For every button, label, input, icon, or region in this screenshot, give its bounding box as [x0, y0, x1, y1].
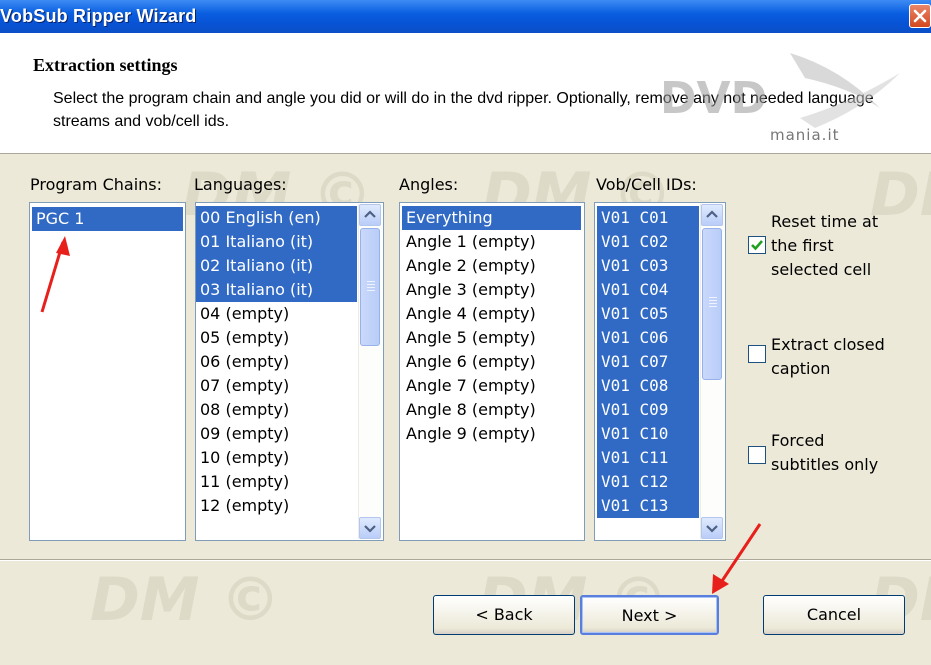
list-item-vob-cell[interactable]: V01 C05	[597, 302, 699, 326]
list-item-vob-cell[interactable]: V01 C02	[597, 230, 699, 254]
list-item-language[interactable]: 03 Italiano (it)	[196, 278, 357, 302]
scrollbar-thumb[interactable]	[702, 228, 722, 380]
list-item-vob-cell[interactable]: V01 C13	[597, 494, 699, 518]
chevron-down-icon	[364, 525, 376, 533]
chevron-up-icon	[706, 210, 718, 218]
cancel-button[interactable]: Cancel	[763, 595, 905, 635]
window-title: VobSub Ripper Wizard	[0, 6, 197, 26]
list-item-vob-cell[interactable]: V01 C01	[597, 206, 699, 230]
list-item-angle[interactable]: Angle 6 (empty)	[402, 350, 581, 374]
list-item-vob-cell[interactable]: V01 C07	[597, 350, 699, 374]
list-item-vob-cell[interactable]: V01 C04	[597, 278, 699, 302]
list-item-vob-cell[interactable]: V01 C10	[597, 422, 699, 446]
chevron-up-icon	[364, 210, 376, 218]
list-item-language[interactable]: 08 (empty)	[196, 398, 357, 422]
languages-scrollbar[interactable]	[358, 204, 382, 539]
list-item-angle[interactable]: Angle 8 (empty)	[402, 398, 581, 422]
logo-subtext: mania.it	[770, 126, 840, 144]
list-item-angle[interactable]: Everything	[402, 206, 581, 230]
list-item-vob-cell[interactable]: V01 C09	[597, 398, 699, 422]
list-item-language[interactable]: 10 (empty)	[196, 446, 357, 470]
watermark: DM ©	[90, 565, 281, 635]
forced-subtitles-checkbox[interactable]	[748, 446, 766, 464]
list-item-angle[interactable]: Angle 4 (empty)	[402, 302, 581, 326]
scroll-down-button[interactable]	[359, 517, 381, 539]
close-button[interactable]	[909, 4, 931, 28]
vob-cell-scrollbar[interactable]	[700, 204, 724, 539]
checkmark-icon	[751, 240, 763, 251]
chevron-down-icon	[706, 525, 718, 533]
scrollbar-thumb[interactable]	[360, 228, 380, 346]
list-item-vob-cell[interactable]: V01 C12	[597, 470, 699, 494]
scroll-down-button[interactable]	[701, 517, 723, 539]
page-title: Extraction settings	[33, 55, 178, 75]
list-item-vob-cell[interactable]: V01 C11	[597, 446, 699, 470]
list-item-language[interactable]: 09 (empty)	[196, 422, 357, 446]
back-button[interactable]: < Back	[433, 595, 575, 635]
forced-subtitles-label[interactable]: Forced subtitles only	[771, 429, 878, 477]
list-item-vob-cell[interactable]: V01 C03	[597, 254, 699, 278]
program-chains-label: Program Chains:	[30, 175, 163, 194]
closed-caption-checkbox[interactable]	[748, 345, 766, 363]
close-icon	[913, 9, 927, 23]
list-item-angle[interactable]: Angle 3 (empty)	[402, 278, 581, 302]
list-item-language[interactable]: 01 Italiano (it)	[196, 230, 357, 254]
list-item-language[interactable]: 02 Italiano (it)	[196, 254, 357, 278]
watermark: DM ©	[870, 160, 931, 230]
scroll-up-button[interactable]	[359, 204, 381, 226]
next-button[interactable]: Next >	[580, 595, 719, 635]
languages-list[interactable]: 00 English (en) 01 Italiano (it) 02 Ital…	[195, 202, 384, 541]
list-item-angle[interactable]: Angle 9 (empty)	[402, 422, 581, 446]
list-item-language[interactable]: 11 (empty)	[196, 470, 357, 494]
list-item-pgc-1[interactable]: PGC 1	[32, 207, 183, 231]
scroll-up-button[interactable]	[701, 204, 723, 226]
footer-divider	[0, 559, 931, 561]
list-item-language[interactable]: 05 (empty)	[196, 326, 357, 350]
list-item-language[interactable]: 04 (empty)	[196, 302, 357, 326]
languages-label: Languages:	[194, 175, 287, 194]
list-item-language[interactable]: 07 (empty)	[196, 374, 357, 398]
list-item-language[interactable]: 12 (empty)	[196, 494, 357, 518]
angles-list[interactable]: Everything Angle 1 (empty) Angle 2 (empt…	[399, 202, 585, 541]
vob-cell-ids-label: Vob/Cell IDs:	[596, 175, 697, 194]
list-item-language[interactable]: 00 English (en)	[196, 206, 357, 230]
closed-caption-label[interactable]: Extract closed caption	[771, 333, 885, 381]
list-item-angle[interactable]: Angle 1 (empty)	[402, 230, 581, 254]
program-chains-list[interactable]: PGC 1	[29, 202, 186, 541]
wizard-header: Extraction settings Select the program c…	[0, 33, 931, 154]
list-item-vob-cell[interactable]: V01 C08	[597, 374, 699, 398]
title-bar[interactable]: VobSub Ripper Wizard	[0, 0, 931, 33]
reset-time-label[interactable]: Reset time at the first selected cell	[771, 210, 878, 282]
list-item-angle[interactable]: Angle 5 (empty)	[402, 326, 581, 350]
vob-cell-ids-list[interactable]: V01 C01 V01 C02 V01 C03 V01 C04 V01 C05 …	[594, 202, 726, 541]
angles-label: Angles:	[399, 175, 459, 194]
list-item-vob-cell[interactable]: V01 C06	[597, 326, 699, 350]
reset-time-checkbox[interactable]	[748, 236, 766, 254]
list-item-angle[interactable]: Angle 7 (empty)	[402, 374, 581, 398]
list-item-language[interactable]: 06 (empty)	[196, 350, 357, 374]
list-item-angle[interactable]: Angle 2 (empty)	[402, 254, 581, 278]
